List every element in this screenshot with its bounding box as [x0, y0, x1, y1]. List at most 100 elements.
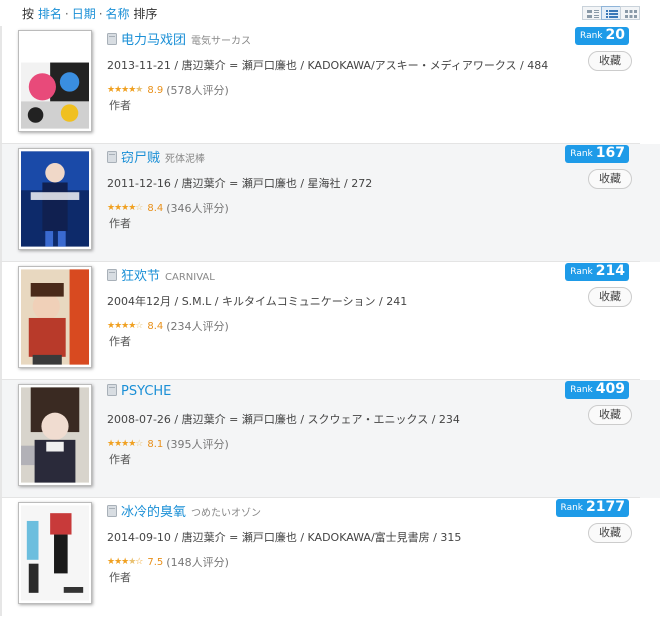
book-cover[interactable]	[18, 266, 92, 368]
rank-number: 214	[595, 263, 625, 279]
book-list: 电力马戏团 電気サーカス 2013-11-21 / 唐辺葉介 = 瀬戸口廉也 /…	[0, 26, 660, 616]
book-meta: 2014-09-10 / 唐辺葉介 = 瀬戸口廉也 / KADOKAWA/富士見…	[107, 531, 462, 544]
small-grid-view-button[interactable]	[620, 6, 640, 20]
rank-badge: Rank 409	[565, 381, 629, 399]
rating-score: 8.9	[147, 84, 164, 96]
favorite-button[interactable]: 收藏	[588, 51, 632, 71]
cover-art-image	[21, 387, 89, 483]
sort-by-date-link[interactable]: 日期	[72, 7, 96, 21]
rank-badge: Rank 214	[565, 263, 629, 281]
star-rating-icon: ★★★★☆	[107, 557, 143, 567]
rank-badge: Rank 167	[565, 145, 629, 163]
star-rating-icon: ★★★★☆	[107, 321, 143, 331]
book-title-link[interactable]: 窃尸贼	[121, 147, 160, 166]
rank-badge: Rank 2177	[555, 499, 629, 517]
book-cover[interactable]	[18, 148, 92, 250]
sort-by-rank-link[interactable]: 排名	[38, 7, 62, 21]
list-icon	[606, 10, 618, 18]
book-icon	[107, 33, 117, 45]
author-role: 作者	[109, 453, 131, 466]
rank-label: Rank	[560, 503, 584, 513]
list-item: PSYCHE 2008-07-26 / 唐辺葉介 = 瀬戸口廉也 / スクウェア…	[0, 380, 660, 498]
cover-art-image	[21, 269, 89, 365]
rating-row: ★★★★☆ 7.5 (148人评分)	[107, 554, 229, 570]
item-left-border	[0, 498, 2, 616]
sort-prefix: 按	[22, 7, 35, 21]
rating-score: 8.4	[147, 202, 164, 214]
cover-art-image	[21, 33, 89, 129]
sort-bar: 按 排名 · 日期 · 名称 排序	[0, 0, 660, 26]
rating-row: ★★★★☆ 8.4 (346人评分)	[107, 200, 229, 216]
book-meta: 2011-12-16 / 唐辺葉介 = 瀬戸口廉也 / 星海社 / 272	[107, 177, 373, 190]
book-cover[interactable]	[18, 30, 92, 132]
book-title-link[interactable]: 电力马戏团	[121, 29, 186, 48]
rank-label: Rank	[580, 31, 603, 41]
rating-votes: (578人评分)	[166, 84, 229, 97]
small-grid-icon	[625, 10, 637, 18]
favorite-button[interactable]: 收藏	[588, 287, 632, 307]
rank-number: 167	[595, 145, 625, 161]
rank-label: Rank	[570, 267, 593, 277]
rating-score: 8.4	[147, 320, 164, 332]
star-rating-icon: ★★★★★	[107, 85, 143, 95]
item-left-border	[0, 380, 2, 498]
author-role: 作者	[109, 335, 131, 348]
title-row: 窃尸贼 死体泥棒	[107, 147, 205, 166]
book-cover[interactable]	[18, 502, 92, 604]
sort-separator: ·	[64, 7, 69, 21]
rating-score: 8.1	[147, 438, 164, 450]
item-left-border	[0, 26, 2, 144]
rank-number: 409	[595, 381, 625, 397]
sort-suffix: 排序	[133, 7, 158, 21]
item-left-border	[0, 262, 2, 380]
rating-score: 7.5	[147, 556, 164, 568]
rank-number: 20	[605, 27, 625, 43]
list-view-button[interactable]	[601, 6, 621, 20]
author-role: 作者	[109, 571, 131, 584]
rank-badge: Rank 20	[575, 27, 629, 45]
rating-votes: (395人评分)	[166, 438, 229, 451]
favorite-button[interactable]: 收藏	[588, 405, 632, 425]
title-row: PSYCHE	[107, 383, 176, 399]
book-icon	[107, 151, 117, 163]
list-item: 电力马戏团 電気サーカス 2013-11-21 / 唐辺葉介 = 瀬戸口廉也 /…	[0, 26, 660, 144]
book-original-title: つめたいオゾン	[191, 508, 262, 519]
cover-art-image	[21, 151, 89, 247]
title-row: 冰冷的臭氧 つめたいオゾン	[107, 501, 261, 520]
book-cover[interactable]	[18, 384, 92, 486]
rating-row: ★★★★☆ 8.4 (234人评分)	[107, 318, 229, 334]
book-title-link[interactable]: 狂欢节	[121, 265, 160, 284]
rank-label: Rank	[570, 385, 593, 395]
book-title-link[interactable]: PSYCHE	[121, 384, 171, 399]
rating-votes: (234人评分)	[166, 320, 229, 333]
list-item: 狂欢节 CARNIVAL 2004年12月 / S.M.L / キルタイムコミュ…	[0, 262, 660, 380]
large-grid-view-button[interactable]	[582, 6, 602, 20]
rating-votes: (346人评分)	[166, 202, 229, 215]
book-title-link[interactable]: 冰冷的臭氧	[121, 501, 186, 520]
author-role: 作者	[109, 217, 131, 230]
list-item: 冰冷的臭氧 つめたいオゾン 2014-09-10 / 唐辺葉介 = 瀬戸口廉也 …	[0, 498, 660, 616]
book-original-title: 死体泥棒	[165, 154, 206, 165]
star-rating-icon: ★★★★☆	[107, 203, 143, 213]
book-meta: 2013-11-21 / 唐辺葉介 = 瀬戸口廉也 / KADOKAWA/アスキ…	[107, 59, 549, 72]
book-meta: 2004年12月 / S.M.L / キルタイムコミュニケーション / 241	[107, 295, 408, 308]
star-rating-icon: ★★★★☆	[107, 439, 143, 449]
rating-votes: (148人评分)	[166, 556, 229, 569]
book-icon	[107, 505, 117, 517]
rank-number: 2177	[586, 499, 625, 515]
sort-options: 按 排名 · 日期 · 名称 排序	[22, 5, 157, 22]
book-icon	[107, 269, 117, 281]
author-role: 作者	[109, 99, 131, 112]
rating-row: ★★★★★ 8.9 (578人评分)	[107, 82, 229, 98]
view-toggle	[582, 6, 640, 20]
list-item: 窃尸贼 死体泥棒 2011-12-16 / 唐辺葉介 = 瀬戸口廉也 / 星海社…	[0, 144, 660, 262]
item-left-border	[0, 144, 2, 262]
book-original-title: 電気サーカス	[191, 36, 252, 47]
title-row: 电力马戏团 電気サーカス	[107, 29, 251, 48]
book-icon	[107, 384, 117, 396]
favorite-button[interactable]: 收藏	[588, 523, 632, 543]
sort-by-name-link[interactable]: 名称	[106, 7, 130, 21]
favorite-button[interactable]: 收藏	[588, 169, 632, 189]
book-meta: 2008-07-26 / 唐辺葉介 = 瀬戸口廉也 / スクウェア・エニックス …	[107, 413, 460, 426]
book-original-title: CARNIVAL	[165, 272, 215, 283]
